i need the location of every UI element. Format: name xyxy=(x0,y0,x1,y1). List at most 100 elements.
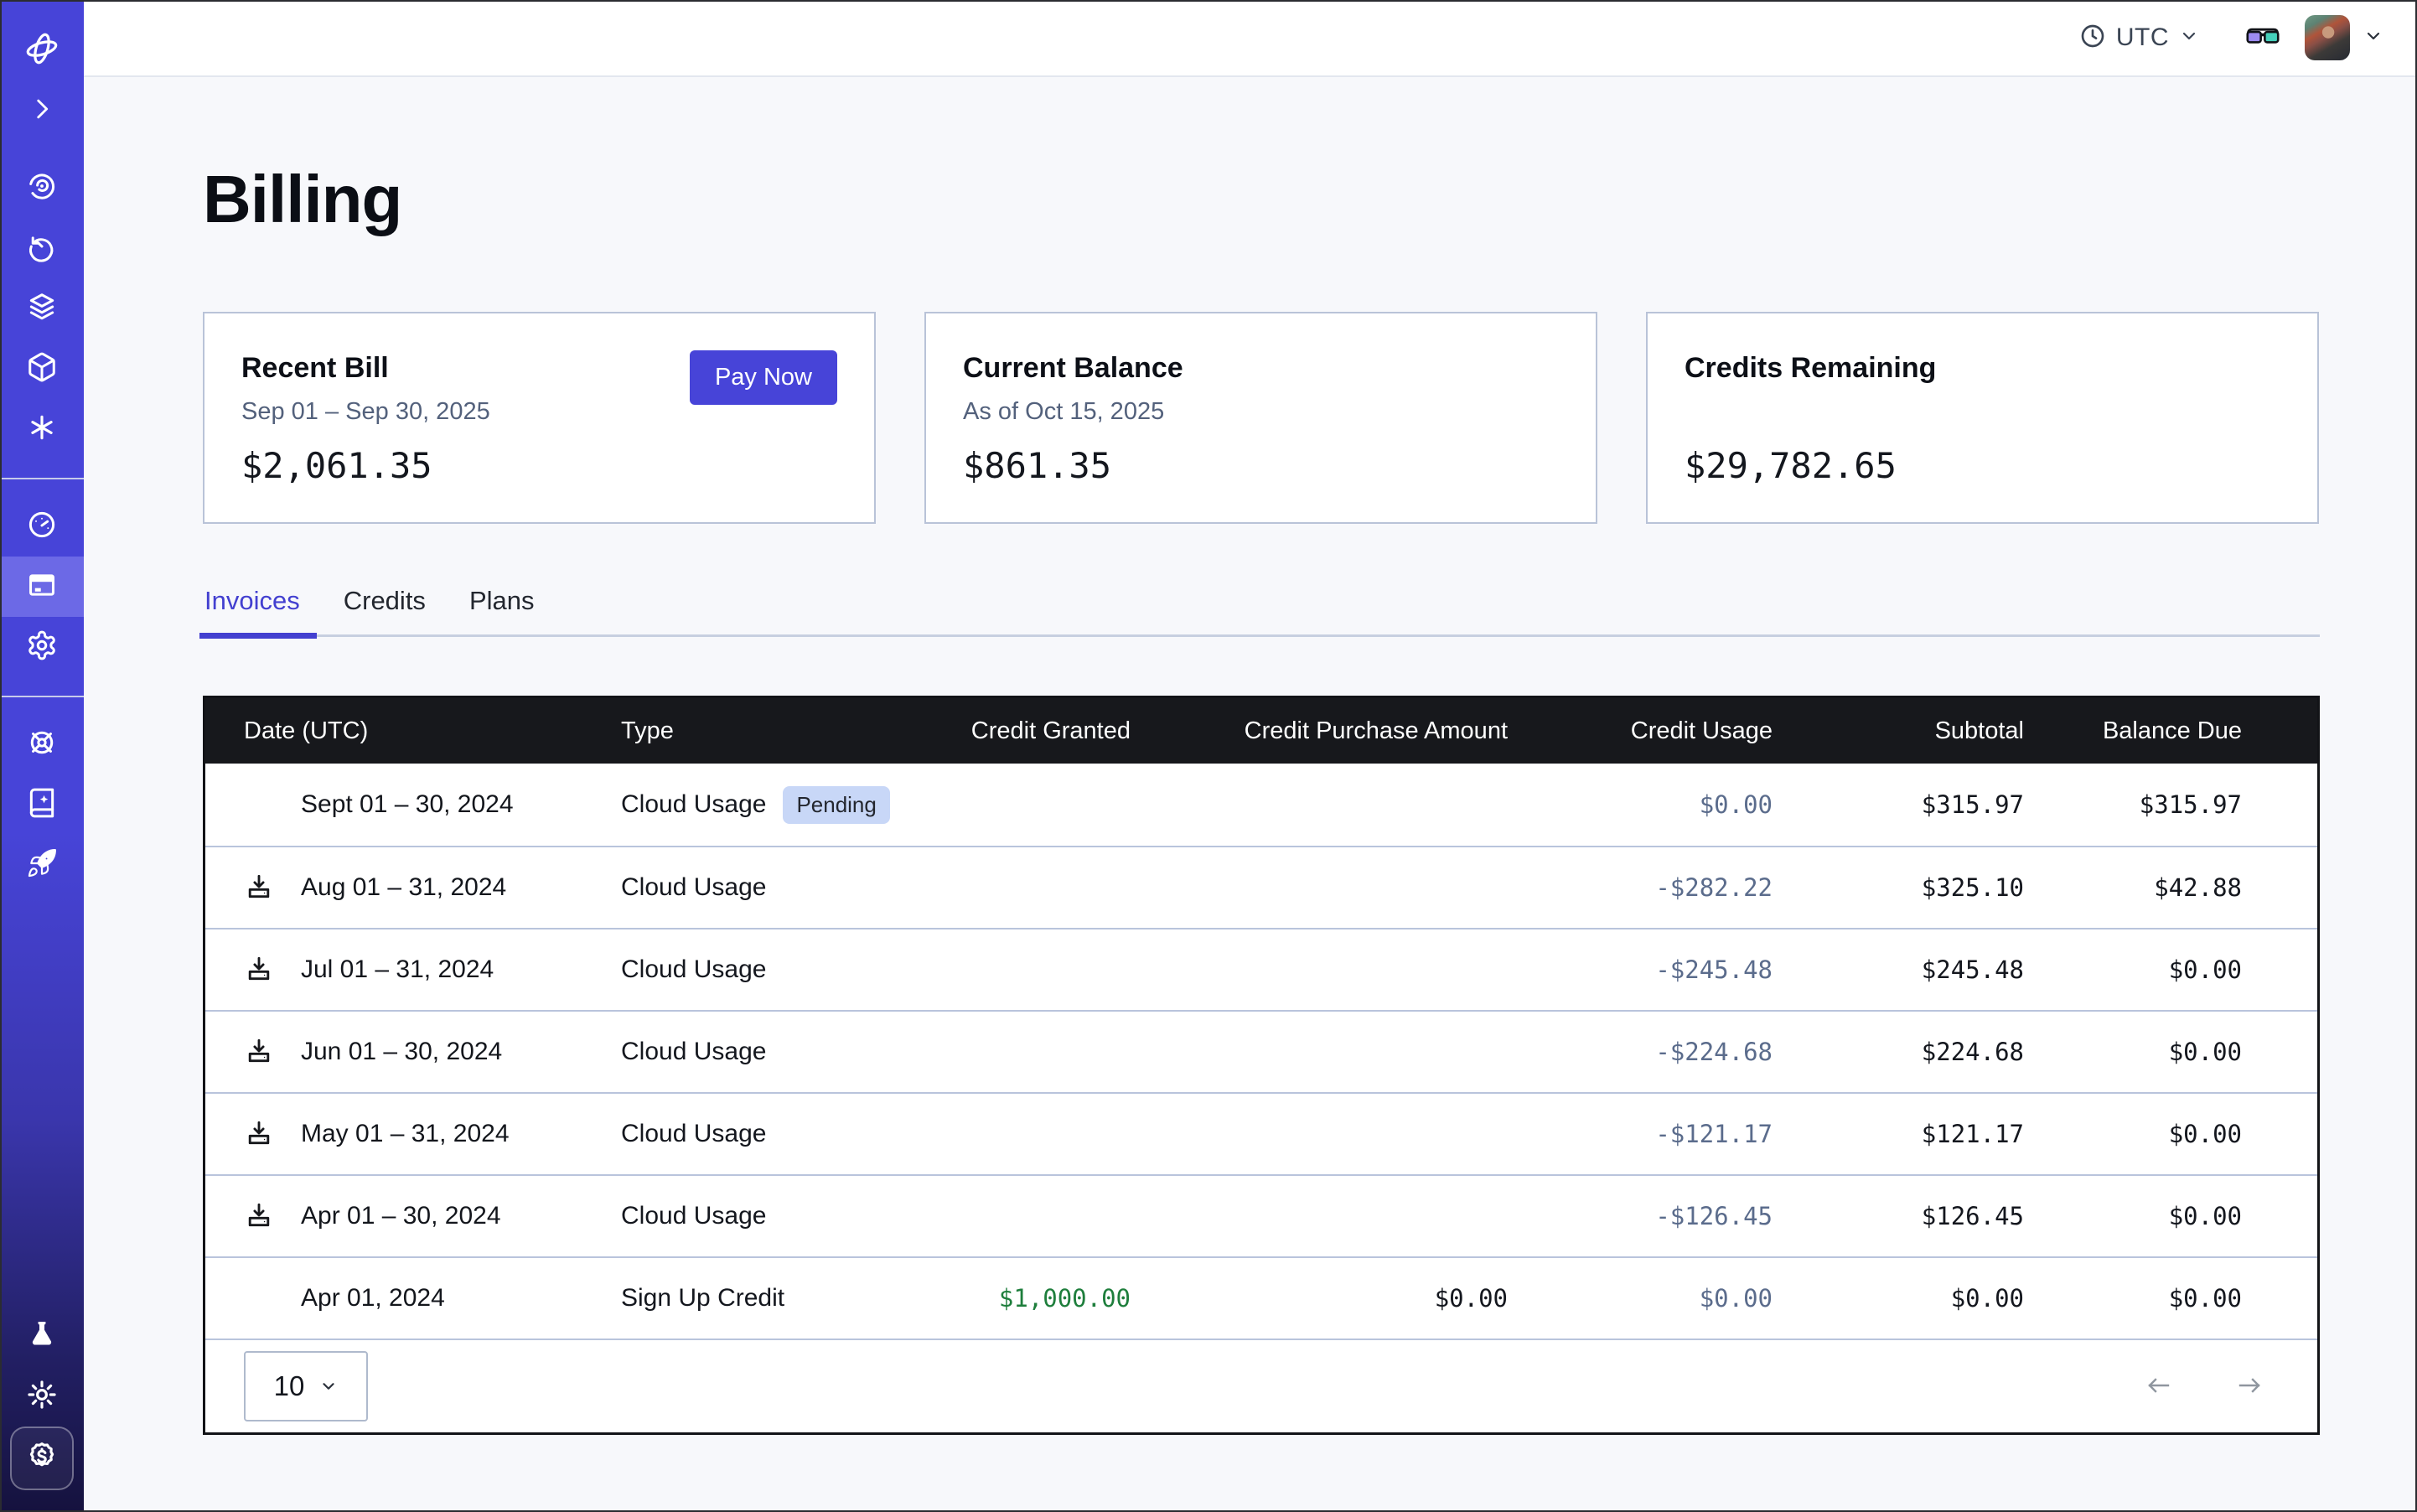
status-badge: Pending xyxy=(783,786,889,824)
sidebar-item-labs[interactable] xyxy=(0,1306,84,1366)
invoice-credit-usage: -$282.22 xyxy=(1508,873,1773,902)
view-mode-button[interactable] xyxy=(2246,27,2280,49)
sun-icon xyxy=(26,1379,58,1415)
download-icon xyxy=(244,954,274,986)
invoice-date-cell: May 01 – 31, 2024 xyxy=(205,1118,621,1151)
download-icon xyxy=(244,1036,274,1069)
sidebar-item-layers[interactable] xyxy=(0,278,84,339)
table-row: Aug 01 – 31, 2024Cloud Usage -$282.22$325… xyxy=(205,846,2317,928)
card-amount: $2,061.35 xyxy=(241,445,837,486)
invoice-date-cell: Apr 01 – 30, 2024 xyxy=(205,1200,621,1233)
dollar-seal-icon xyxy=(24,1439,60,1478)
download-invoice-button[interactable] xyxy=(244,954,274,986)
download-icon xyxy=(244,1200,274,1233)
invoice-balance-due: $0.00 xyxy=(2024,1202,2317,1230)
avatar xyxy=(2305,15,2350,60)
invoice-credit-usage: $0.00 xyxy=(1508,790,1773,819)
sidebar-item-history[interactable] xyxy=(0,218,84,278)
invoice-date: May 01 – 31, 2024 xyxy=(301,1120,510,1148)
sidebar-divider xyxy=(0,478,84,479)
page-size-select[interactable]: 10 xyxy=(244,1351,368,1421)
cube-icon xyxy=(26,351,58,387)
invoice-date: Apr 01, 2024 xyxy=(301,1284,445,1313)
invoice-date-cell: Aug 01 – 31, 2024 xyxy=(205,872,621,904)
sidebar-item-support[interactable] xyxy=(0,714,84,774)
invoice-type-cell: Cloud Usage xyxy=(621,1202,939,1230)
download-icon xyxy=(244,1118,274,1151)
invoice-credit-usage: $0.00 xyxy=(1508,1284,1773,1313)
invoice-subtotal: $121.17 xyxy=(1773,1120,2024,1148)
invoice-type: Cloud Usage xyxy=(621,1120,766,1148)
sidebar-logo[interactable] xyxy=(0,20,84,80)
page-size-value: 10 xyxy=(274,1370,305,1402)
invoice-balance-due: $42.88 xyxy=(2024,873,2317,902)
invoice-type-cell: Cloud Usage xyxy=(621,1120,939,1148)
table-header-row: Date (UTC) Type Credit Granted Credit Pu… xyxy=(205,698,2317,764)
invoice-credit-usage: -$126.45 xyxy=(1508,1202,1773,1230)
tab-invoices[interactable]: Invoices xyxy=(203,586,302,634)
flask-icon xyxy=(26,1318,58,1354)
sidebar-expand-button[interactable] xyxy=(0,80,84,141)
sidebar-item-sandbox[interactable] xyxy=(0,339,84,399)
chevron-right-icon xyxy=(28,95,56,127)
invoice-balance-due: $0.00 xyxy=(2024,1038,2317,1066)
invoice-type: Cloud Usage xyxy=(621,1038,766,1066)
card-title: Credits Remaining xyxy=(1685,352,2280,385)
card-subtitle: As of Oct 15, 2025 xyxy=(963,398,1559,425)
user-menu[interactable] xyxy=(2305,15,2383,60)
pay-now-button[interactable]: Pay Now xyxy=(690,350,837,405)
invoice-balance-due: $315.97 xyxy=(2024,790,2317,819)
download-slot xyxy=(244,872,301,904)
sidebar-item-docs[interactable] xyxy=(0,774,84,835)
sidebar-item-functions[interactable] xyxy=(0,399,84,459)
table-row: May 01 – 31, 2024Cloud Usage-$121.17$121… xyxy=(205,1092,2317,1174)
tab-plans[interactable]: Plans xyxy=(468,586,536,634)
clock-icon xyxy=(2079,23,2106,54)
chevron-down-icon xyxy=(2179,26,2199,50)
sidebar-item-observe[interactable] xyxy=(0,158,84,218)
invoice-balance-due: $0.00 xyxy=(2024,1120,2317,1148)
invoice-date: Jun 01 – 30, 2024 xyxy=(301,1038,502,1066)
arrow-left-icon xyxy=(2138,1372,2178,1401)
download-invoice-button[interactable] xyxy=(244,1036,274,1069)
invoice-type-cell: Cloud Usage xyxy=(621,1038,939,1066)
column-header-credit-purchase: Credit Purchase Amount xyxy=(1131,717,1508,745)
sidebar-item-dashboard[interactable] xyxy=(0,496,84,557)
column-header-balance-due: Balance Due xyxy=(2024,717,2317,745)
next-page-button[interactable] xyxy=(2230,1372,2270,1401)
glasses-icon xyxy=(2246,27,2280,49)
invoice-type: Cloud Usage xyxy=(621,873,766,902)
table-row: Jul 01 – 31, 2024Cloud Usage-$245.48$245… xyxy=(205,928,2317,1010)
download-slot xyxy=(244,1118,301,1151)
topbar: UTC xyxy=(84,0,2417,77)
timezone-selector[interactable]: UTC xyxy=(2079,23,2199,54)
sidebar xyxy=(0,0,84,1512)
download-invoice-button[interactable] xyxy=(244,1200,274,1233)
invoice-table-body: Sept 01 – 30, 2024 Cloud Usage Pending $0.0… xyxy=(205,764,2317,1339)
sidebar-item-credits[interactable] xyxy=(10,1427,74,1490)
invoice-date-cell: Jul 01 – 31, 2024 xyxy=(205,954,621,986)
invoices-table: Date (UTC) Type Credit Granted Credit Pu… xyxy=(203,696,2320,1435)
invoice-type: Sign Up Credit xyxy=(621,1284,784,1313)
sidebar-item-settings[interactable] xyxy=(0,617,84,677)
ship-wheel-icon xyxy=(26,727,58,763)
download-slot xyxy=(244,1200,301,1233)
download-invoice-button[interactable] xyxy=(244,1118,274,1151)
chevron-down-icon xyxy=(2363,26,2383,50)
invoice-balance-due: $0.00 xyxy=(2024,1284,2317,1313)
tab-credits[interactable]: Credits xyxy=(342,586,427,634)
rocket-icon xyxy=(26,847,58,883)
previous-page-button[interactable] xyxy=(2138,1372,2178,1401)
table-row: Apr 01 – 30, 2024Cloud Usage-$126.45$126… xyxy=(205,1174,2317,1256)
sidebar-divider xyxy=(0,696,84,697)
invoice-type: Cloud Usage xyxy=(621,955,766,984)
sidebar-item-get-started[interactable] xyxy=(0,835,84,895)
invoice-type-cell: Cloud Usage xyxy=(621,955,939,984)
invoice-date: Apr 01 – 30, 2024 xyxy=(301,1202,501,1230)
download-invoice-button[interactable] xyxy=(244,872,274,904)
invoice-date: Sept 01 – 30, 2024 xyxy=(301,790,514,819)
sidebar-item-billing[interactable] xyxy=(0,557,84,617)
invoice-subtotal: $325.10 xyxy=(1773,873,2024,902)
sidebar-item-theme[interactable] xyxy=(0,1366,84,1427)
column-header-credit-granted: Credit Granted xyxy=(939,717,1131,745)
